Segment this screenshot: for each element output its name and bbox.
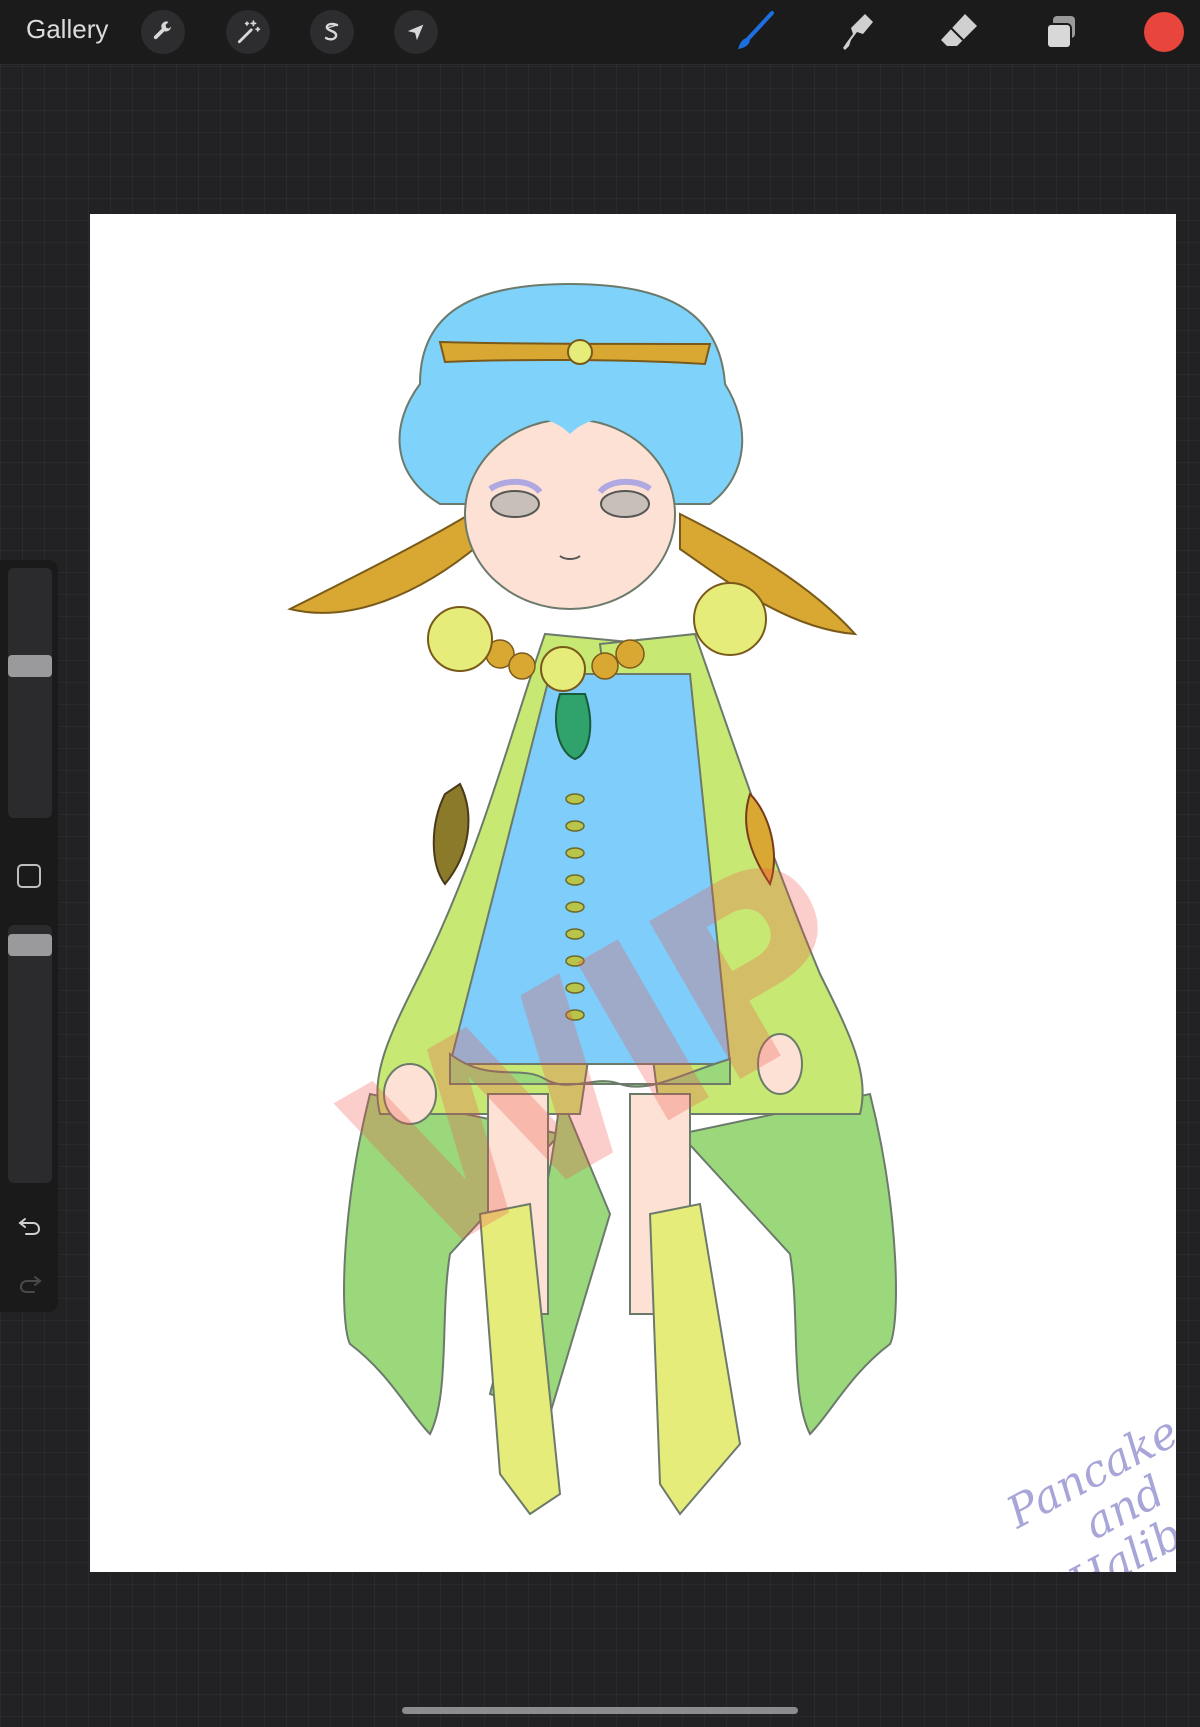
smudge-icon <box>843 14 873 50</box>
eraser-tool-button[interactable] <box>934 8 984 56</box>
opacity-thumb[interactable] <box>8 934 52 956</box>
undo-icon <box>18 1218 41 1235</box>
arrow-cursor-icon <box>407 24 424 41</box>
brush-tool-button[interactable] <box>730 8 780 56</box>
actions-button[interactable] <box>141 10 185 54</box>
undo-button[interactable] <box>15 1210 45 1240</box>
layers-button[interactable] <box>1036 8 1086 56</box>
redo-button[interactable] <box>15 1268 45 1298</box>
eraser-icon <box>941 14 977 46</box>
brush-icon <box>738 11 774 49</box>
redo-icon <box>19 1276 42 1293</box>
brush-size-slider[interactable] <box>8 568 52 818</box>
transform-button[interactable] <box>394 10 438 54</box>
wrench-icon <box>153 21 172 40</box>
modify-button[interactable] <box>17 864 41 888</box>
home-indicator[interactable] <box>402 1707 798 1714</box>
color-picker-button[interactable] <box>1144 12 1184 52</box>
magic-wand-icon <box>237 20 261 44</box>
gallery-button[interactable]: Gallery <box>26 14 108 45</box>
layers-icon <box>1046 16 1075 49</box>
selection-s-icon <box>324 22 339 41</box>
opacity-slider[interactable] <box>8 925 52 1183</box>
top-toolbar: Gallery <box>0 0 1200 65</box>
brush-size-thumb[interactable] <box>8 655 52 677</box>
left-sidebar <box>0 560 58 1312</box>
selection-button[interactable] <box>310 10 354 54</box>
drawing-canvas[interactable]: WIP Pancakes and Halibut <box>90 214 1176 1572</box>
adjustments-button[interactable] <box>226 10 270 54</box>
smudge-tool-button[interactable] <box>832 8 882 56</box>
